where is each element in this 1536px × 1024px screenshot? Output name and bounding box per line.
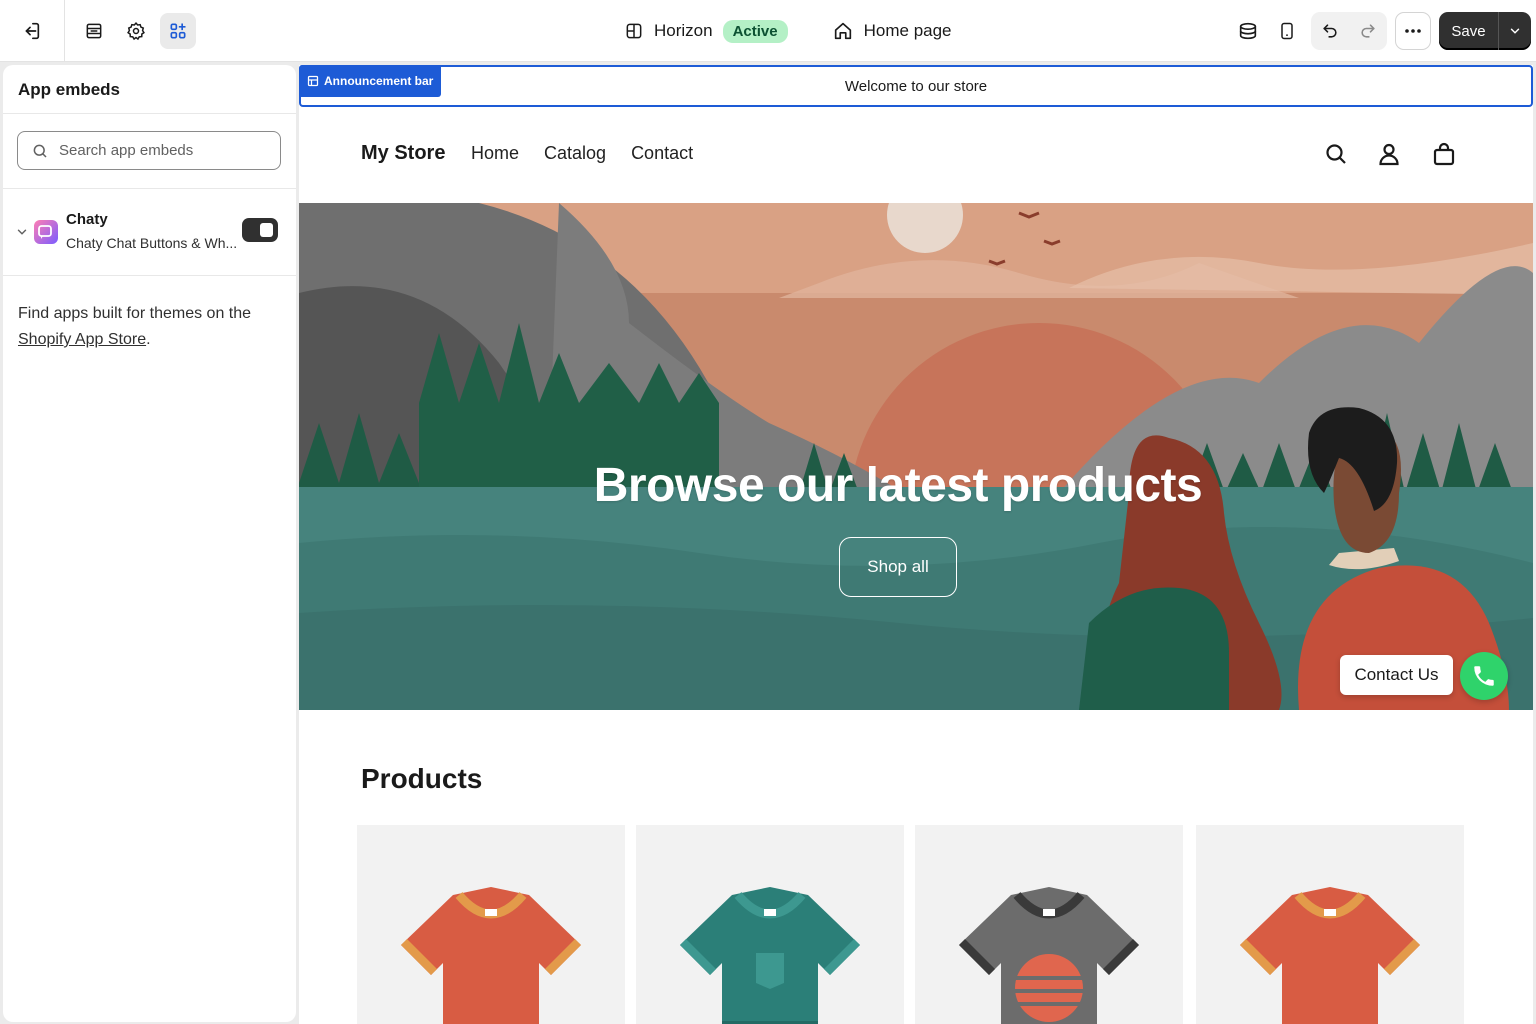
undo-button[interactable] [1312,13,1348,49]
theme-preview: Welcome to our store Announcement bar My… [299,65,1533,1024]
section-tag-label: Announcement bar [324,74,434,88]
embed-name: Chaty [66,211,108,228]
divider [3,113,296,114]
sections-icon [86,23,102,39]
shop-all-button[interactable]: Shop all [839,537,957,597]
search-placeholder: Search app embeds [59,142,194,159]
page-selector[interactable]: Home page [832,20,952,42]
search-icon [33,144,47,158]
redo-icon [1361,24,1375,38]
section-tag: Announcement bar [299,65,442,97]
more-icon [1405,29,1421,33]
announcement-bar[interactable]: Welcome to our store [299,65,1533,107]
desktop-view-button[interactable] [1230,13,1266,49]
chat-label[interactable]: Contact Us [1340,655,1453,695]
hero-banner: Browse our latest products Shop all [299,203,1533,710]
embed-toggle[interactable] [242,218,278,242]
cart-icon[interactable] [1432,142,1456,166]
settings-icon [127,21,145,41]
nav-item-home[interactable]: Home [471,143,519,164]
chaty-app-icon [34,220,58,244]
main-nav: Home Catalog Contact [471,143,693,164]
save-button[interactable]: Save [1439,12,1499,50]
hero-illustration [299,203,1533,710]
nav-item-catalog[interactable]: Catalog [544,143,606,164]
search-input[interactable]: Search app embeds [17,131,281,170]
desktop-view-icon [1239,22,1257,40]
shopify-app-store-link[interactable]: Shopify App Store [18,331,146,348]
status-badge: Active [722,19,788,43]
theme-name[interactable]: Horizon [654,21,713,41]
product-card[interactable] [915,825,1183,1024]
page-name: Home page [863,21,952,40]
product-image [1240,887,1420,1024]
chat-widget-button[interactable] [1460,652,1508,700]
find-apps-prefix: Find apps built for themes on the [18,305,252,322]
save-options-button[interactable] [1499,12,1531,50]
find-apps-suffix: . [146,331,151,348]
product-card[interactable] [636,825,904,1024]
theme-settings-button[interactable] [118,13,154,49]
app-embeds-button[interactable] [160,13,196,49]
sections-button[interactable] [76,13,112,49]
embed-description: Chaty Chat Buttons & Wh... [66,235,238,251]
store-logo[interactable]: My Store [361,142,445,165]
divider [3,275,296,276]
announcement-text: Welcome to our store [844,77,988,95]
save-button-group: Save [1439,12,1531,50]
product-image [401,887,581,1024]
product-image [959,887,1139,1024]
more-actions-button[interactable] [1395,12,1431,50]
hero-title: Browse our latest products [593,459,1203,512]
editor-topbar: Horizon Active Home page Save [0,0,1536,62]
redo-button[interactable] [1350,13,1386,49]
home-icon [834,22,851,40]
topbar-divider [64,0,65,62]
site-header: My Store Home Catalog Contact [299,109,1533,203]
product-image [680,887,860,1024]
app-embeds-icon [170,23,186,39]
divider [3,188,296,189]
mobile-view-icon [1281,22,1293,40]
account-icon[interactable] [1377,142,1401,166]
theme-page-selector: Horizon Active Home page [624,14,952,48]
toggle-knob [260,223,273,237]
section-icon [307,75,319,87]
app-embeds-panel: App embeds Search app embeds Chaty Chaty… [3,65,296,1022]
exit-button[interactable] [10,11,52,51]
chevron-down-icon [1510,28,1520,34]
chevron-down-icon[interactable] [15,225,29,239]
phone-icon [1474,666,1494,686]
theme-icon [626,23,642,39]
search-icon[interactable] [1324,142,1348,166]
products-heading: Products [361,763,483,794]
mobile-view-button[interactable] [1269,13,1305,49]
product-card[interactable] [357,825,625,1024]
product-card[interactable] [1196,825,1464,1024]
undo-redo-group [1311,12,1387,50]
undo-icon [1323,24,1337,38]
nav-item-contact[interactable]: Contact [631,143,693,164]
panel-title: App embeds [18,80,121,99]
exit-icon [25,22,40,40]
find-apps-text: Find apps built for themes on the Shopif… [18,301,283,353]
